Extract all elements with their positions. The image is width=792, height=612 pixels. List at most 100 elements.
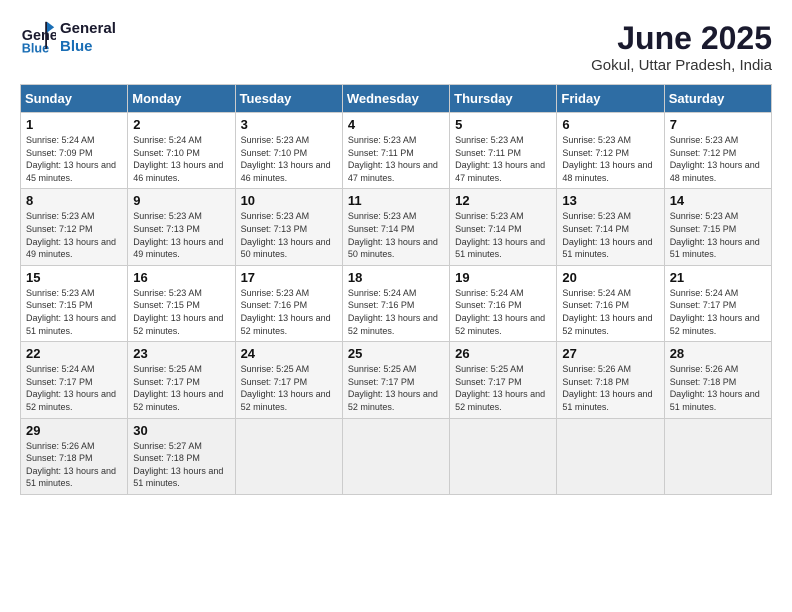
calendar-cell: 10 Sunrise: 5:23 AM Sunset: 7:13 PM Dayl… xyxy=(235,189,342,265)
day-number: 12 xyxy=(455,193,551,208)
day-info: Sunrise: 5:24 AM Sunset: 7:09 PM Dayligh… xyxy=(26,134,122,184)
day-info: Sunrise: 5:23 AM Sunset: 7:11 PM Dayligh… xyxy=(348,134,444,184)
calendar-cell: 29 Sunrise: 5:26 AM Sunset: 7:18 PM Dayl… xyxy=(21,418,128,494)
weekday-header-wednesday: Wednesday xyxy=(342,85,449,113)
day-info: Sunrise: 5:23 AM Sunset: 7:11 PM Dayligh… xyxy=(455,134,551,184)
day-info: Sunrise: 5:24 AM Sunset: 7:16 PM Dayligh… xyxy=(455,287,551,337)
day-info: Sunrise: 5:25 AM Sunset: 7:17 PM Dayligh… xyxy=(241,363,337,413)
day-number: 20 xyxy=(562,270,658,285)
day-number: 22 xyxy=(26,346,122,361)
calendar-cell: 12 Sunrise: 5:23 AM Sunset: 7:14 PM Dayl… xyxy=(450,189,557,265)
calendar-cell: 14 Sunrise: 5:23 AM Sunset: 7:15 PM Dayl… xyxy=(664,189,771,265)
calendar-cell: 24 Sunrise: 5:25 AM Sunset: 7:17 PM Dayl… xyxy=(235,342,342,418)
day-info: Sunrise: 5:23 AM Sunset: 7:12 PM Dayligh… xyxy=(562,134,658,184)
day-number: 26 xyxy=(455,346,551,361)
calendar: SundayMondayTuesdayWednesdayThursdayFrid… xyxy=(20,84,772,495)
weekday-header-saturday: Saturday xyxy=(664,85,771,113)
day-number: 6 xyxy=(562,117,658,132)
calendar-cell: 26 Sunrise: 5:25 AM Sunset: 7:17 PM Dayl… xyxy=(450,342,557,418)
calendar-cell xyxy=(664,418,771,494)
day-info: Sunrise: 5:23 AM Sunset: 7:15 PM Dayligh… xyxy=(133,287,229,337)
calendar-cell xyxy=(342,418,449,494)
day-info: Sunrise: 5:27 AM Sunset: 7:18 PM Dayligh… xyxy=(133,440,229,490)
day-info: Sunrise: 5:25 AM Sunset: 7:17 PM Dayligh… xyxy=(455,363,551,413)
logo-icon: General Blue xyxy=(20,20,56,56)
calendar-cell: 17 Sunrise: 5:23 AM Sunset: 7:16 PM Dayl… xyxy=(235,265,342,341)
calendar-cell: 21 Sunrise: 5:24 AM Sunset: 7:17 PM Dayl… xyxy=(664,265,771,341)
day-info: Sunrise: 5:23 AM Sunset: 7:13 PM Dayligh… xyxy=(133,210,229,260)
day-number: 19 xyxy=(455,270,551,285)
calendar-cell: 25 Sunrise: 5:25 AM Sunset: 7:17 PM Dayl… xyxy=(342,342,449,418)
calendar-cell: 4 Sunrise: 5:23 AM Sunset: 7:11 PM Dayli… xyxy=(342,113,449,189)
day-info: Sunrise: 5:23 AM Sunset: 7:12 PM Dayligh… xyxy=(670,134,766,184)
calendar-cell: 20 Sunrise: 5:24 AM Sunset: 7:16 PM Dayl… xyxy=(557,265,664,341)
calendar-cell: 15 Sunrise: 5:23 AM Sunset: 7:15 PM Dayl… xyxy=(21,265,128,341)
calendar-week-3: 15 Sunrise: 5:23 AM Sunset: 7:15 PM Dayl… xyxy=(21,265,772,341)
calendar-cell xyxy=(450,418,557,494)
day-number: 21 xyxy=(670,270,766,285)
day-info: Sunrise: 5:23 AM Sunset: 7:15 PM Dayligh… xyxy=(26,287,122,337)
calendar-header-row: SundayMondayTuesdayWednesdayThursdayFrid… xyxy=(21,85,772,113)
calendar-week-5: 29 Sunrise: 5:26 AM Sunset: 7:18 PM Dayl… xyxy=(21,418,772,494)
calendar-body: 1 Sunrise: 5:24 AM Sunset: 7:09 PM Dayli… xyxy=(21,113,772,495)
day-info: Sunrise: 5:24 AM Sunset: 7:17 PM Dayligh… xyxy=(670,287,766,337)
day-info: Sunrise: 5:23 AM Sunset: 7:14 PM Dayligh… xyxy=(562,210,658,260)
calendar-week-4: 22 Sunrise: 5:24 AM Sunset: 7:17 PM Dayl… xyxy=(21,342,772,418)
day-number: 14 xyxy=(670,193,766,208)
calendar-cell: 23 Sunrise: 5:25 AM Sunset: 7:17 PM Dayl… xyxy=(128,342,235,418)
day-info: Sunrise: 5:23 AM Sunset: 7:14 PM Dayligh… xyxy=(348,210,444,260)
day-number: 10 xyxy=(241,193,337,208)
calendar-cell xyxy=(235,418,342,494)
weekday-header-monday: Monday xyxy=(128,85,235,113)
calendar-cell: 1 Sunrise: 5:24 AM Sunset: 7:09 PM Dayli… xyxy=(21,113,128,189)
calendar-cell: 16 Sunrise: 5:23 AM Sunset: 7:15 PM Dayl… xyxy=(128,265,235,341)
day-info: Sunrise: 5:26 AM Sunset: 7:18 PM Dayligh… xyxy=(670,363,766,413)
day-info: Sunrise: 5:24 AM Sunset: 7:16 PM Dayligh… xyxy=(562,287,658,337)
title-area: June 2025 Gokul, Uttar Pradesh, India xyxy=(591,20,772,74)
calendar-cell: 27 Sunrise: 5:26 AM Sunset: 7:18 PM Dayl… xyxy=(557,342,664,418)
day-number: 11 xyxy=(348,193,444,208)
calendar-cell: 30 Sunrise: 5:27 AM Sunset: 7:18 PM Dayl… xyxy=(128,418,235,494)
day-number: 23 xyxy=(133,346,229,361)
calendar-cell: 28 Sunrise: 5:26 AM Sunset: 7:18 PM Dayl… xyxy=(664,342,771,418)
day-info: Sunrise: 5:23 AM Sunset: 7:15 PM Dayligh… xyxy=(670,210,766,260)
calendar-cell: 13 Sunrise: 5:23 AM Sunset: 7:14 PM Dayl… xyxy=(557,189,664,265)
day-number: 29 xyxy=(26,423,122,438)
month-title: June 2025 xyxy=(591,20,772,57)
calendar-cell: 19 Sunrise: 5:24 AM Sunset: 7:16 PM Dayl… xyxy=(450,265,557,341)
logo: General Blue General Blue xyxy=(20,20,116,56)
calendar-cell: 22 Sunrise: 5:24 AM Sunset: 7:17 PM Dayl… xyxy=(21,342,128,418)
day-info: Sunrise: 5:25 AM Sunset: 7:17 PM Dayligh… xyxy=(133,363,229,413)
day-number: 24 xyxy=(241,346,337,361)
day-info: Sunrise: 5:23 AM Sunset: 7:12 PM Dayligh… xyxy=(26,210,122,260)
day-number: 13 xyxy=(562,193,658,208)
day-number: 9 xyxy=(133,193,229,208)
calendar-cell: 8 Sunrise: 5:23 AM Sunset: 7:12 PM Dayli… xyxy=(21,189,128,265)
day-info: Sunrise: 5:26 AM Sunset: 7:18 PM Dayligh… xyxy=(562,363,658,413)
day-number: 4 xyxy=(348,117,444,132)
day-number: 3 xyxy=(241,117,337,132)
calendar-cell: 11 Sunrise: 5:23 AM Sunset: 7:14 PM Dayl… xyxy=(342,189,449,265)
day-number: 7 xyxy=(670,117,766,132)
day-number: 8 xyxy=(26,193,122,208)
day-info: Sunrise: 5:25 AM Sunset: 7:17 PM Dayligh… xyxy=(348,363,444,413)
calendar-cell: 3 Sunrise: 5:23 AM Sunset: 7:10 PM Dayli… xyxy=(235,113,342,189)
location-title: Gokul, Uttar Pradesh, India xyxy=(591,57,772,74)
calendar-week-2: 8 Sunrise: 5:23 AM Sunset: 7:12 PM Dayli… xyxy=(21,189,772,265)
calendar-cell: 5 Sunrise: 5:23 AM Sunset: 7:11 PM Dayli… xyxy=(450,113,557,189)
calendar-cell: 2 Sunrise: 5:24 AM Sunset: 7:10 PM Dayli… xyxy=(128,113,235,189)
day-number: 30 xyxy=(133,423,229,438)
svg-text:Blue: Blue xyxy=(22,41,49,55)
calendar-week-1: 1 Sunrise: 5:24 AM Sunset: 7:09 PM Dayli… xyxy=(21,113,772,189)
header: General Blue General Blue June 2025 Goku… xyxy=(20,20,772,74)
day-number: 18 xyxy=(348,270,444,285)
day-info: Sunrise: 5:24 AM Sunset: 7:16 PM Dayligh… xyxy=(348,287,444,337)
calendar-cell: 9 Sunrise: 5:23 AM Sunset: 7:13 PM Dayli… xyxy=(128,189,235,265)
day-info: Sunrise: 5:24 AM Sunset: 7:17 PM Dayligh… xyxy=(26,363,122,413)
day-info: Sunrise: 5:23 AM Sunset: 7:16 PM Dayligh… xyxy=(241,287,337,337)
day-number: 1 xyxy=(26,117,122,132)
calendar-cell xyxy=(557,418,664,494)
day-info: Sunrise: 5:24 AM Sunset: 7:10 PM Dayligh… xyxy=(133,134,229,184)
weekday-header-tuesday: Tuesday xyxy=(235,85,342,113)
weekday-header-thursday: Thursday xyxy=(450,85,557,113)
